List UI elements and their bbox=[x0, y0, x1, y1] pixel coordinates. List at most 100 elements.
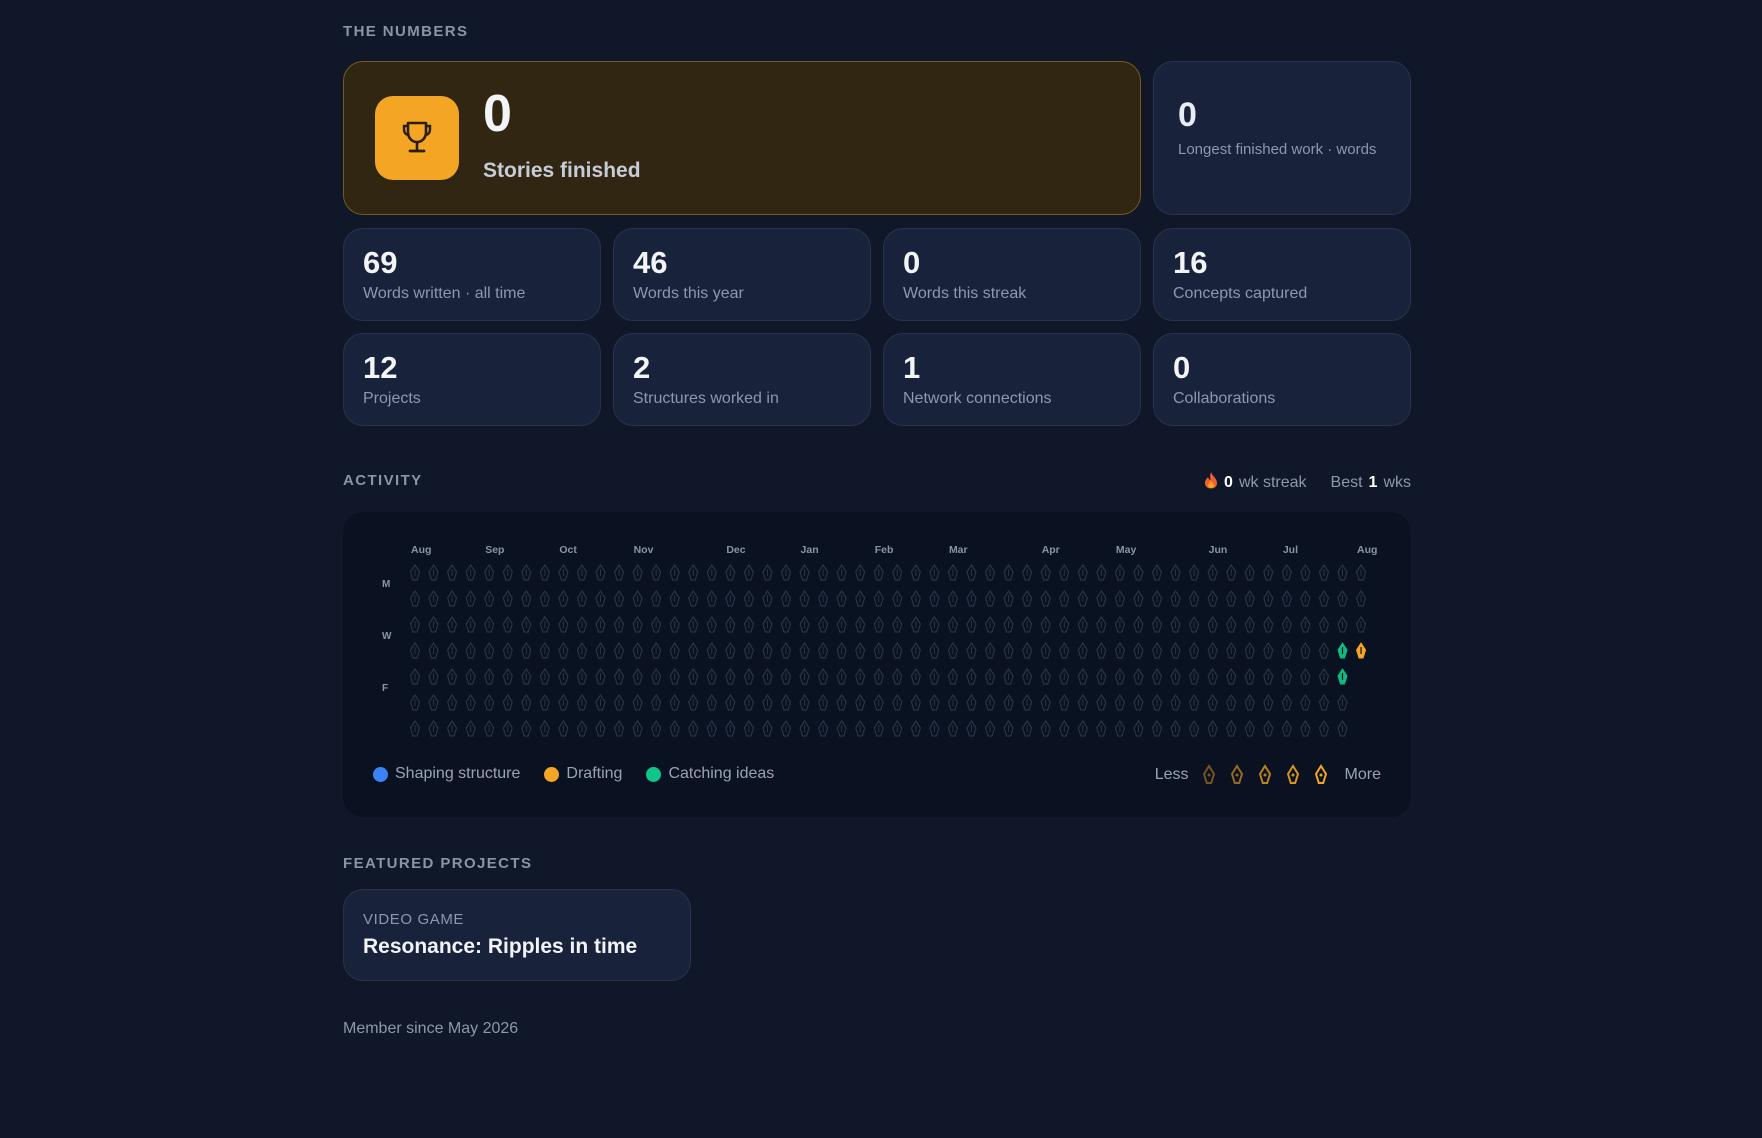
activity-cell[interactable] bbox=[1300, 693, 1311, 711]
activity-cell[interactable] bbox=[743, 693, 755, 711]
activity-cell[interactable] bbox=[446, 589, 458, 607]
activity-cell[interactable] bbox=[743, 589, 755, 607]
activity-cell[interactable] bbox=[576, 693, 588, 711]
activity-cell[interactable] bbox=[558, 719, 569, 737]
activity-cell[interactable] bbox=[929, 693, 940, 711]
activity-cell[interactable] bbox=[855, 563, 866, 581]
activity-cell[interactable] bbox=[595, 693, 606, 711]
activity-cell[interactable] bbox=[1114, 693, 1126, 711]
activity-cell[interactable] bbox=[873, 667, 884, 685]
activity-cell[interactable] bbox=[1244, 693, 1255, 711]
activity-cell[interactable] bbox=[446, 615, 458, 633]
activity-cell[interactable] bbox=[743, 563, 755, 581]
activity-cell[interactable] bbox=[595, 719, 606, 737]
activity-cell[interactable] bbox=[1355, 589, 1367, 607]
activity-cell[interactable] bbox=[650, 693, 662, 711]
activity-cell[interactable] bbox=[1003, 563, 1014, 581]
activity-cell[interactable] bbox=[1226, 719, 1237, 737]
activity-cell[interactable] bbox=[1151, 641, 1163, 659]
activity-cell[interactable] bbox=[966, 615, 977, 633]
activity-cell[interactable] bbox=[780, 667, 792, 685]
activity-cell[interactable] bbox=[1151, 667, 1163, 685]
activity-cell[interactable] bbox=[855, 667, 866, 685]
activity-cell[interactable] bbox=[1077, 667, 1088, 685]
activity-cell[interactable] bbox=[1318, 615, 1330, 633]
activity-cell[interactable] bbox=[688, 641, 699, 659]
activity-cell[interactable] bbox=[650, 667, 662, 685]
activity-cell[interactable] bbox=[984, 667, 996, 685]
activity-cell[interactable] bbox=[799, 693, 810, 711]
activity-cell[interactable] bbox=[1207, 589, 1218, 607]
featured-project-card[interactable]: VIDEO GAME Resonance: Ripples in time bbox=[343, 889, 691, 981]
activity-cell[interactable] bbox=[910, 641, 922, 659]
activity-cell[interactable] bbox=[595, 641, 606, 659]
activity-cell[interactable] bbox=[539, 693, 551, 711]
activity-cell[interactable] bbox=[576, 719, 588, 737]
activity-cell[interactable] bbox=[743, 719, 755, 737]
activity-cell[interactable] bbox=[613, 563, 625, 581]
activity-cell[interactable] bbox=[539, 563, 551, 581]
activity-cell[interactable] bbox=[817, 667, 829, 685]
activity-cell[interactable] bbox=[1226, 693, 1237, 711]
activity-cell[interactable] bbox=[1263, 615, 1274, 633]
activity-cell[interactable] bbox=[799, 719, 810, 737]
activity-cell[interactable] bbox=[725, 641, 736, 659]
activity-cell[interactable] bbox=[1059, 589, 1070, 607]
activity-cell[interactable] bbox=[836, 667, 847, 685]
activity-cell[interactable] bbox=[1059, 563, 1070, 581]
activity-cell[interactable] bbox=[576, 589, 588, 607]
activity-cell[interactable] bbox=[762, 563, 773, 581]
activity-cell[interactable] bbox=[984, 563, 996, 581]
activity-cell[interactable] bbox=[1040, 615, 1051, 633]
activity-cell[interactable] bbox=[409, 563, 421, 581]
activity-cell[interactable] bbox=[1059, 693, 1070, 711]
activity-cell[interactable] bbox=[521, 589, 532, 607]
activity-cell[interactable] bbox=[613, 615, 625, 633]
activity-cell[interactable] bbox=[1188, 693, 1200, 711]
activity-cell[interactable] bbox=[780, 693, 792, 711]
activity-cell[interactable] bbox=[1300, 641, 1311, 659]
activity-cell[interactable] bbox=[1188, 641, 1200, 659]
activity-cell[interactable] bbox=[484, 589, 495, 607]
activity-cell[interactable] bbox=[521, 615, 532, 633]
activity-cell[interactable] bbox=[1077, 641, 1088, 659]
activity-cell[interactable] bbox=[1318, 719, 1330, 737]
activity-cell[interactable] bbox=[706, 641, 717, 659]
activity-cell[interactable] bbox=[669, 589, 680, 607]
activity-cell[interactable] bbox=[632, 667, 643, 685]
activity-cell[interactable] bbox=[762, 615, 773, 633]
activity-cell[interactable] bbox=[595, 615, 606, 633]
activity-cell[interactable] bbox=[1021, 641, 1033, 659]
activity-cell[interactable] bbox=[947, 615, 959, 633]
activity-cell[interactable] bbox=[892, 615, 903, 633]
activity-cell[interactable] bbox=[1226, 641, 1237, 659]
activity-cell[interactable] bbox=[1170, 641, 1181, 659]
activity-cell[interactable] bbox=[984, 693, 996, 711]
activity-cell[interactable] bbox=[947, 563, 959, 581]
activity-cell[interactable] bbox=[947, 667, 959, 685]
activity-cell[interactable] bbox=[725, 615, 736, 633]
activity-cell[interactable] bbox=[855, 693, 866, 711]
activity-cell[interactable] bbox=[1133, 719, 1144, 737]
activity-cell[interactable] bbox=[799, 615, 810, 633]
activity-cell[interactable] bbox=[650, 641, 662, 659]
activity-cell[interactable] bbox=[650, 615, 662, 633]
activity-cell[interactable] bbox=[725, 563, 736, 581]
activity-cell[interactable] bbox=[484, 667, 495, 685]
activity-cell[interactable] bbox=[409, 615, 421, 633]
activity-cell[interactable] bbox=[558, 641, 569, 659]
activity-cell[interactable] bbox=[929, 641, 940, 659]
activity-cell[interactable] bbox=[1263, 641, 1274, 659]
activity-cell[interactable] bbox=[1021, 719, 1033, 737]
activity-cell[interactable] bbox=[725, 719, 736, 737]
activity-cell[interactable] bbox=[855, 615, 866, 633]
activity-cell[interactable] bbox=[428, 667, 439, 685]
activity-cell[interactable] bbox=[1151, 693, 1163, 711]
activity-cell[interactable] bbox=[1133, 641, 1144, 659]
activity-cell[interactable] bbox=[799, 563, 810, 581]
activity-cell[interactable] bbox=[1281, 615, 1293, 633]
activity-cell[interactable] bbox=[688, 589, 699, 607]
activity-cell[interactable] bbox=[1003, 693, 1014, 711]
activity-cell[interactable] bbox=[669, 693, 680, 711]
activity-cell[interactable] bbox=[1263, 667, 1274, 685]
